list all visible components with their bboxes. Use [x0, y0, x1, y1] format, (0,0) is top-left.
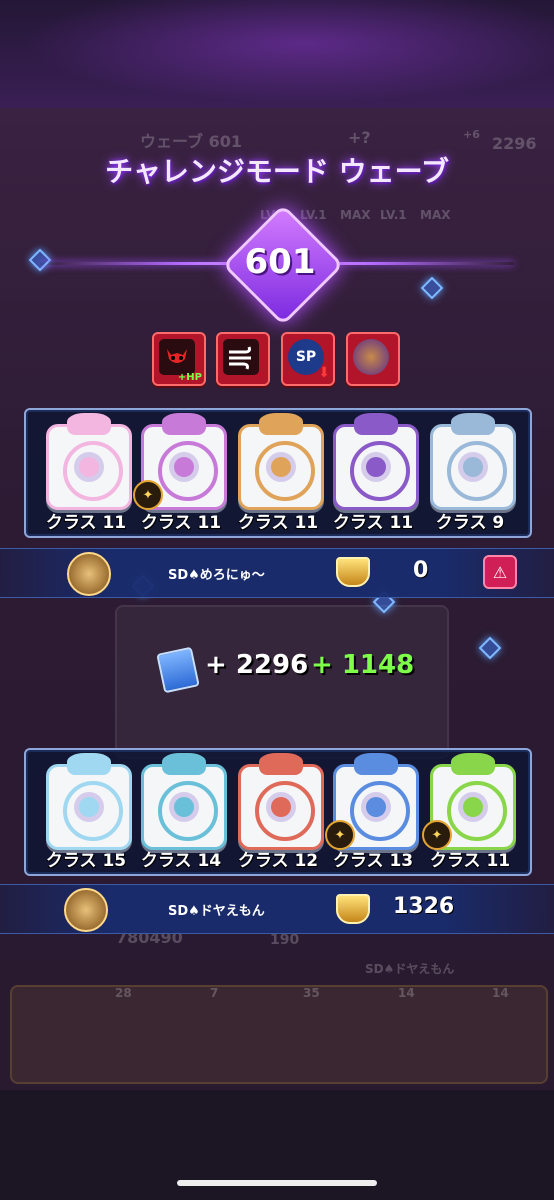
dice-class-label: クラス 11 — [140, 513, 222, 533]
boss-ring-icon — [353, 339, 389, 375]
dragon-crest-icon — [451, 753, 495, 775]
dice-class-label: クラス 15 — [45, 851, 127, 871]
bg-slot-level-2: 7 — [210, 986, 219, 1000]
status-bar-area — [0, 0, 554, 108]
dragon-crest-icon — [354, 413, 398, 435]
reward-bonus: + 1148 — [311, 650, 415, 680]
modifier-sp-down[interactable]: SP ⬇ — [281, 332, 335, 386]
dice-class-label: クラス 11 — [45, 513, 127, 533]
dice-pip — [79, 797, 99, 817]
dice-pip — [271, 457, 291, 477]
dragon-crest-icon — [259, 413, 303, 435]
dice-class-label: クラス 14 — [140, 851, 222, 871]
trophy-icon — [336, 894, 370, 924]
report-button[interactable]: ⚠ — [483, 555, 517, 589]
dice-class-label: クラス 9 — [435, 513, 505, 533]
bg-level-2: LV.1 — [300, 208, 327, 222]
wave-number: 601 — [244, 242, 316, 282]
wind-icon — [223, 339, 259, 375]
dice-pip — [463, 797, 483, 817]
opponent-trophies: 0 — [413, 558, 429, 583]
class-badge-icon: ✦ — [133, 480, 163, 510]
bg-board-mid: 190 — [270, 932, 300, 948]
dice-pip — [463, 457, 483, 477]
dragon-crest-icon — [354, 753, 398, 775]
clock-dice-icon[interactable] — [238, 413, 324, 510]
dragon-crest-icon — [451, 413, 495, 435]
dice-pip — [79, 457, 99, 477]
devil-hp-icon — [159, 339, 195, 375]
modifier-wind[interactable] — [216, 332, 270, 386]
bg-bottom-player: SD♠ドヤえもん — [365, 962, 455, 976]
modifier-hp[interactable]: +HP — [152, 332, 206, 386]
class-badge-icon: ✦ — [325, 820, 355, 850]
dragon-crest-icon — [67, 753, 111, 775]
dragon-crest-icon — [162, 413, 206, 435]
modifier-sp-label: SP — [295, 349, 317, 365]
bg-cards-plus: +6 — [463, 128, 480, 141]
bg-deck-bar — [10, 985, 548, 1084]
eclipse-dice-icon[interactable] — [333, 413, 419, 510]
bg-wave-bonus: +? — [348, 128, 371, 147]
paper-dice-icon[interactable] — [430, 413, 516, 510]
dice-pip — [271, 797, 291, 817]
dice-pip — [174, 797, 194, 817]
dice-pip — [366, 797, 386, 817]
dice-class-label: クラス 12 — [237, 851, 319, 871]
result-title: チャレンジモード ウェーブ — [105, 155, 449, 188]
bg-slot-level-4: 14 — [398, 986, 415, 1000]
dragon-crest-icon — [259, 753, 303, 775]
tide-dice-icon[interactable] — [141, 753, 227, 850]
dragon-crest-icon — [67, 413, 111, 435]
bg-level-5: MAX — [420, 208, 451, 222]
infinity-dice-icon[interactable] — [46, 413, 132, 510]
player-name: SD♠ドヤえもん — [168, 904, 265, 919]
down-arrow-icon: ⬇ — [318, 365, 330, 381]
rank-emblem-icon — [67, 552, 111, 596]
bg-slot-level-1: 28 — [115, 986, 132, 1000]
reward-base: + 2296 — [205, 650, 309, 680]
rank-emblem-icon — [64, 888, 108, 932]
class-badge-icon: ✦ — [422, 820, 452, 850]
dice-pip — [366, 457, 386, 477]
dice-pip — [174, 457, 194, 477]
dice-class-label: クラス 11 — [332, 513, 414, 533]
opponent-name: SD♠めろにゅ〜 — [168, 568, 265, 583]
modifier-hp-label: +HP — [177, 372, 202, 383]
top-glow — [0, 0, 554, 108]
target-dice-icon[interactable] — [238, 753, 324, 850]
trophy-icon — [336, 557, 370, 587]
bg-wave-header: ウェーブ 601 — [140, 132, 243, 151]
home-indicator — [177, 1180, 377, 1186]
bg-slot-level-3: 35 — [303, 986, 320, 1000]
dragon-crest-icon — [162, 753, 206, 775]
bg-slot-level-5: 14 — [492, 986, 509, 1000]
alert-icon: ⚠ — [492, 562, 508, 582]
modifier-boss[interactable] — [346, 332, 400, 386]
player-trophies: 1326 — [393, 894, 455, 919]
bg-level-3: MAX — [340, 208, 371, 222]
orbit-dice-icon[interactable] — [46, 753, 132, 850]
dice-class-label: クラス 11 — [237, 513, 319, 533]
bg-level-4: LV.1 — [380, 208, 407, 222]
